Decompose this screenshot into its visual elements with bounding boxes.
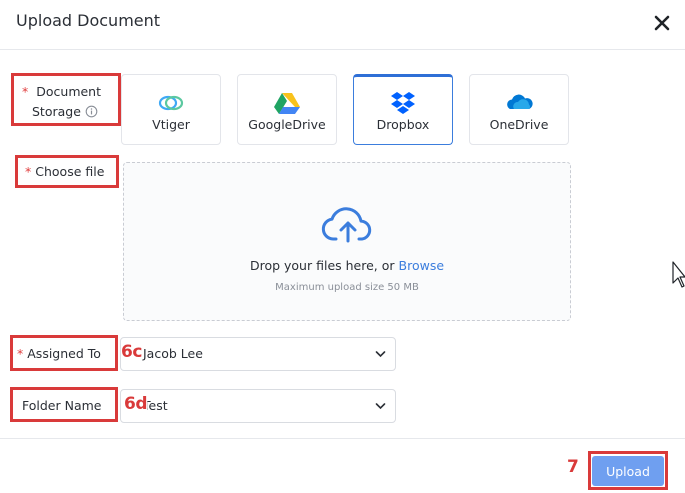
storage-option-label: Dropbox [376, 117, 430, 132]
dropzone-hint: Maximum upload size 50 MB [275, 282, 419, 293]
storage-option-label: GoogleDrive [248, 117, 326, 132]
storage-option-onedrive[interactable]: OneDrive [469, 74, 569, 145]
onedrive-icon [507, 94, 533, 109]
assigned-to-select[interactable]: Jacob Lee [120, 337, 396, 371]
close-icon [654, 15, 670, 31]
storage-option-label: OneDrive [489, 117, 549, 132]
dialog-footer [0, 438, 685, 493]
storage-option-googledrive[interactable]: GoogleDrive [237, 74, 337, 145]
annotation-box-6b [15, 155, 119, 188]
chevron-down-icon [375, 351, 386, 358]
mouse-cursor-icon [672, 261, 685, 288]
folder-name-select[interactable]: Test [120, 389, 396, 423]
storage-option-vtiger[interactable]: Vtiger [121, 74, 221, 145]
annotation-box-7 [588, 451, 668, 490]
dropzone-text: Drop your files here, or Browse [249, 258, 445, 273]
google-drive-icon [274, 93, 300, 114]
dialog-header: Upload Document [0, 0, 685, 50]
annotation-badge-7: 7 [567, 457, 579, 477]
annotation-badge-6c: 6c [121, 342, 142, 362]
annotation-badge-6d: 6d [124, 394, 148, 414]
chevron-down-icon [375, 403, 386, 410]
annotation-box-6d [10, 387, 118, 422]
vtiger-icon [158, 95, 184, 111]
file-dropzone[interactable]: Drop your files here, or Browse Maximum … [123, 162, 571, 321]
dropbox-icon [391, 92, 415, 114]
assigned-to-value: Jacob Lee [143, 346, 203, 361]
upload-cloud-icon [321, 207, 372, 243]
close-button[interactable] [651, 12, 673, 34]
dialog-title: Upload Document [16, 11, 161, 30]
storage-option-dropbox[interactable]: Dropbox [353, 74, 453, 145]
storage-option-label: Vtiger [152, 117, 190, 132]
annotation-box-6a [11, 73, 121, 126]
annotation-box-6c [10, 335, 118, 371]
browse-link[interactable]: Browse [399, 258, 445, 273]
